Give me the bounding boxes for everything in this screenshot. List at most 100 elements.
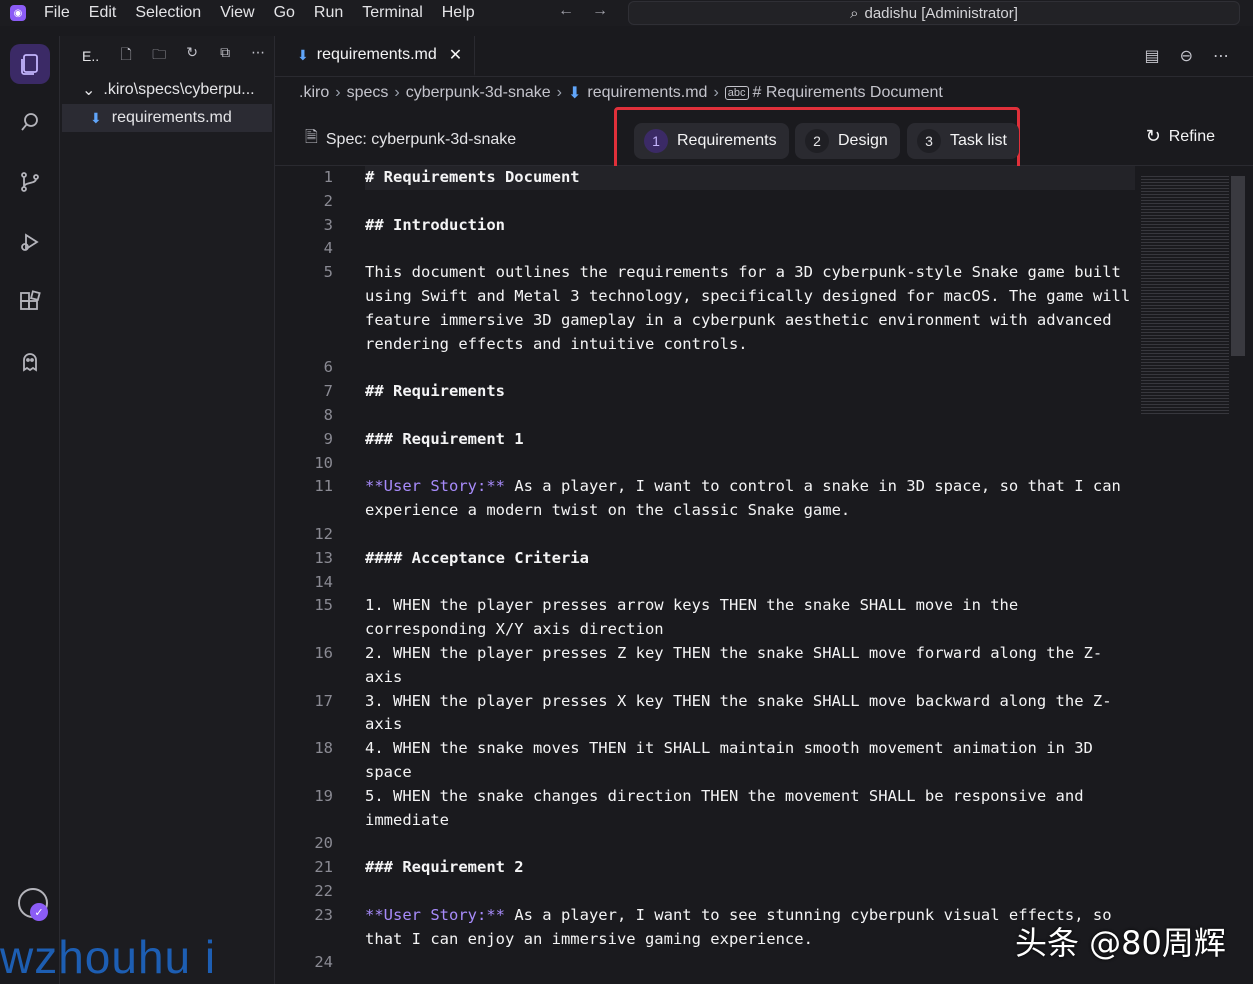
menu-selection[interactable]: Selection — [135, 4, 201, 22]
breadcrumb-item[interactable]: cyberpunk-3d-snake — [406, 84, 551, 102]
menu-help[interactable]: Help — [442, 4, 475, 22]
breadcrumb-item[interactable]: requirements.md — [587, 84, 707, 102]
line-number: 11 — [314, 477, 333, 496]
new-file-icon[interactable]: 🗋 — [115, 44, 137, 68]
line-number: 12 — [314, 524, 333, 543]
code-line[interactable]: 7 ## Requirements — [275, 380, 1135, 404]
explorer-sidebar: E.. 🗋 🗀 ↻ ⧉ ⋯ ⌄ .kiro\specs\cyberpu... ⬇… — [60, 36, 275, 984]
code-line[interactable]: 20 — [275, 832, 1135, 856]
code-line[interactable]: 10 — [275, 452, 1135, 476]
line-text — [365, 571, 1135, 595]
code-line[interactable]: 16 2. WHEN the player presses Z key THEN … — [275, 642, 1135, 690]
code-line[interactable]: 11 **User Story:** As a player, I want to… — [275, 475, 1135, 523]
line-text — [365, 190, 1135, 214]
line-number: 16 — [314, 643, 333, 662]
line-text: 4. WHEN the snake moves THEN it SHALL ma… — [365, 739, 1103, 781]
line-text — [365, 404, 1135, 428]
code-line[interactable]: 9 ### Requirement 1 — [275, 428, 1135, 452]
code-line[interactable]: 5 This document outlines the requirements… — [275, 261, 1135, 356]
tab-requirements-md[interactable]: ⬇ requirements.md ✕ — [275, 36, 476, 76]
breadcrumb-item[interactable]: specs — [347, 84, 389, 102]
collapse-all-icon[interactable]: ⧉ — [214, 44, 236, 68]
chevron-right-icon: › — [556, 84, 562, 101]
chevron-down-icon: ⌄ — [82, 82, 96, 99]
code-line[interactable]: 2 — [275, 190, 1135, 214]
search-text: dadishu [Administrator] — [864, 4, 1018, 22]
refine-button[interactable]: ↻ Refine — [1146, 126, 1215, 147]
line-text: 1. WHEN the player presses arrow keys TH… — [365, 596, 1028, 639]
source-control-icon[interactable] — [10, 162, 50, 202]
menu-go[interactable]: Go — [274, 4, 295, 22]
line-text — [365, 237, 1135, 261]
code-editor[interactable]: 1 # Requirements Document 2 3 ## Introductio… — [275, 166, 1135, 984]
vertical-scrollbar[interactable] — [1231, 176, 1245, 356]
line-number: 9 — [323, 429, 333, 448]
code-line[interactable]: 14 — [275, 571, 1135, 595]
new-folder-icon[interactable]: 🗀 — [148, 44, 170, 68]
tree-folder-label: .kiro\specs\cyberpu... — [103, 81, 255, 98]
line-text — [365, 356, 1135, 380]
command-center-search[interactable]: ⌕ dadishu [Administrator] — [628, 1, 1240, 25]
code-line[interactable]: 22 — [275, 880, 1135, 904]
chevron-right-icon: › — [394, 84, 400, 101]
line-number: 24 — [314, 953, 333, 972]
editor-area: ⬇ requirements.md ✕ ▤ ⊖ ⋯ .kiro › specs › … — [275, 36, 1253, 984]
more-actions-icon[interactable]: ⋯ — [1213, 46, 1229, 66]
code-line[interactable]: 4 — [275, 237, 1135, 261]
code-line[interactable]: 8 — [275, 404, 1135, 428]
step-task-list[interactable]: 3 Task list — [907, 123, 1019, 159]
step-number: 1 — [644, 129, 668, 153]
code-line[interactable]: 17 3. WHEN the player presses X key THEN … — [275, 690, 1135, 738]
code-line[interactable]: 18 4. WHEN the snake moves THEN it SHALL … — [275, 737, 1135, 785]
line-number: 4 — [323, 239, 333, 258]
minimap[interactable] — [1141, 174, 1229, 414]
menu-edit[interactable]: Edit — [89, 4, 117, 22]
code-line[interactable]: 3 ## Introduction — [275, 214, 1135, 238]
document-icon: 🗎 — [305, 129, 318, 146]
breadcrumb-item[interactable]: .kiro — [299, 84, 329, 102]
menu-run[interactable]: Run — [314, 4, 343, 22]
code-line[interactable]: 21 ### Requirement 2 — [275, 856, 1135, 880]
step-requirements[interactable]: 1 Requirements — [634, 123, 789, 159]
menu-view[interactable]: View — [220, 4, 254, 22]
close-icon[interactable]: ✕ — [449, 45, 462, 65]
line-number: 5 — [323, 263, 333, 282]
tree-folder-row[interactable]: ⌄ .kiro\specs\cyberpu... — [60, 76, 274, 104]
code-line[interactable]: 12 — [275, 523, 1135, 547]
code-line[interactable]: 1 # Requirements Document — [275, 166, 1135, 190]
refresh-icon[interactable]: ↻ — [181, 44, 203, 68]
breadcrumb-item[interactable]: # Requirements Document — [753, 84, 943, 102]
line-text: ### Requirement 2 — [365, 858, 524, 877]
code-line[interactable]: 6 — [275, 356, 1135, 380]
run-debug-icon[interactable] — [10, 222, 50, 262]
split-editor-icon[interactable]: ⊖ — [1180, 46, 1193, 66]
extensions-icon[interactable] — [10, 282, 50, 322]
markdown-file-icon: ⬇ — [567, 85, 582, 102]
search-icon[interactable] — [10, 102, 50, 142]
tree-file-row[interactable]: ⬇ requirements.md — [62, 104, 272, 132]
line-number: 15 — [314, 596, 333, 615]
code-line[interactable]: 15 1. WHEN the player presses arrow keys … — [275, 594, 1135, 642]
line-number: 17 — [314, 691, 333, 710]
code-line[interactable]: 24 — [275, 951, 1135, 975]
explorer-icon[interactable] — [10, 44, 50, 84]
markdown-file-icon: ⬇ — [90, 109, 102, 126]
code-line[interactable]: 23 **User Story:** As a player, I want to… — [275, 904, 1135, 952]
more-icon[interactable]: ⋯ — [247, 44, 269, 68]
nav-back-forward-icons[interactable]: ←→ — [558, 2, 626, 20]
refresh-icon: ↻ — [1145, 126, 1161, 146]
kiro-ghost-icon[interactable] — [10, 342, 50, 382]
menu-file[interactable]: File — [44, 4, 70, 22]
step-label: Requirements — [677, 132, 777, 149]
code-line[interactable]: 19 5. WHEN the snake changes direction TH… — [275, 785, 1135, 833]
line-number: 23 — [314, 905, 333, 924]
code-line[interactable]: 13 #### Acceptance Criteria — [275, 547, 1135, 571]
kiro-logo-icon[interactable]: ◉ — [10, 5, 26, 21]
breadcrumb: .kiro › specs › cyberpunk-3d-snake › ⬇ requ… — [275, 77, 1253, 109]
open-preview-icon[interactable]: ▤ — [1144, 46, 1159, 66]
step-design[interactable]: 2 Design — [795, 123, 900, 159]
line-number: 6 — [323, 358, 333, 377]
line-number: 2 — [323, 191, 333, 210]
menu-terminal[interactable]: Terminal — [362, 4, 422, 22]
line-text — [365, 880, 1135, 904]
